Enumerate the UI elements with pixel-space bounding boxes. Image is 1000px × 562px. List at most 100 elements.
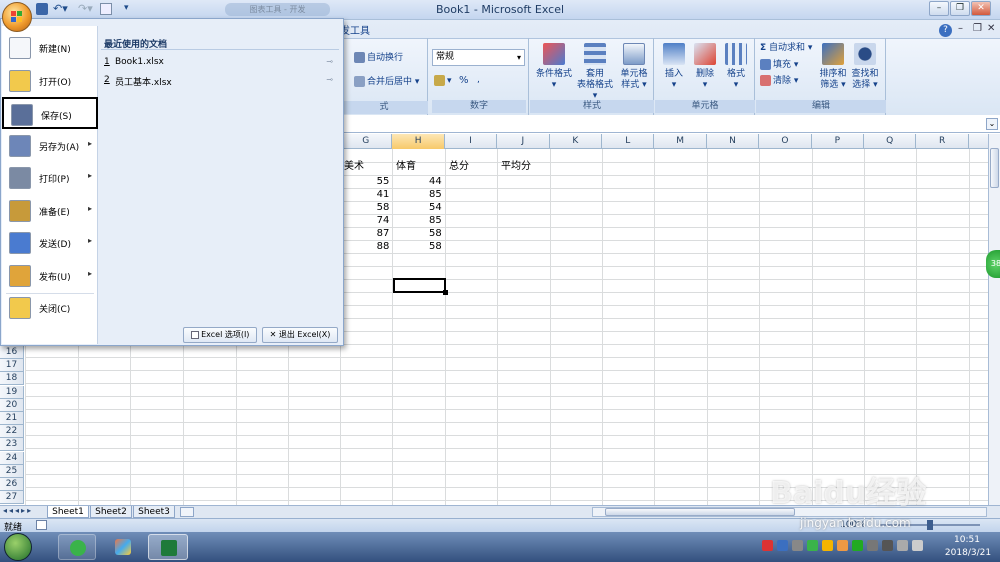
row-header-16[interactable]: 16 <box>0 346 24 359</box>
row-header-17[interactable]: 17 <box>0 359 24 373</box>
cell-h1[interactable]: 体育 <box>396 161 416 173</box>
sort-filter-button[interactable]: 排序和 筛选 ▾ <box>818 43 848 91</box>
cell-value[interactable]: 58 <box>392 241 442 253</box>
ribbon-minimize-icon[interactable]: – <box>958 23 963 34</box>
cell-value[interactable]: 85 <box>392 215 442 227</box>
cell-styles-button[interactable]: 单元格 样式 ▾ <box>616 43 652 91</box>
clock-time[interactable]: 10:51 <box>944 535 990 545</box>
row-header-23[interactable]: 23 <box>0 438 24 452</box>
exit-excel-button[interactable]: ✕ 退出 Excel(X) <box>262 327 338 343</box>
close-button[interactable]: ✕ <box>971 1 991 16</box>
currency-format-button[interactable]: ▾ <box>434 75 452 87</box>
cell-value[interactable]: 55 <box>340 176 390 188</box>
help-tray-icon[interactable] <box>777 540 788 551</box>
format-cells-button[interactable]: 格式 ▾ <box>721 43 751 91</box>
column-header-k[interactable]: K <box>550 134 602 149</box>
conditional-format-button[interactable]: 条件格式 ▾ <box>534 43 574 91</box>
wrap-text-button[interactable]: 自动换行 <box>354 52 403 64</box>
column-header-h[interactable]: H <box>392 134 445 149</box>
tab-developer[interactable]: 发工具 <box>340 22 370 37</box>
recent-doc-item[interactable]: 2 员工基本.xlsx ⊸ <box>101 73 339 89</box>
column-header-n[interactable]: N <box>707 134 760 149</box>
column-header-j[interactable]: J <box>497 134 550 149</box>
vertical-scroll-thumb[interactable] <box>990 148 999 188</box>
sheet-tab-1[interactable]: Sheet1 <box>47 506 89 518</box>
start-button[interactable] <box>4 533 32 561</box>
zoom-slider-thumb[interactable] <box>927 520 933 530</box>
insert-cells-button[interactable]: 插入 ▾ <box>659 43 689 91</box>
autosum-button[interactable]: Σ 自动求和 ▾ <box>760 43 812 54</box>
cell-value[interactable]: 58 <box>340 202 390 214</box>
merge-center-button[interactable]: 合并后居中 ▾ <box>354 76 419 88</box>
row-header-26[interactable]: 26 <box>0 478 24 491</box>
find-select-button[interactable]: 查找和 选择 ▾ <box>849 43 881 91</box>
macro-record-icon[interactable] <box>36 520 47 530</box>
taskbar-excel-icon[interactable] <box>148 534 188 560</box>
office-menu-item-7[interactable]: 发布(U) ▸ <box>2 260 98 294</box>
office-button[interactable] <box>2 2 32 32</box>
office-menu-item-8[interactable]: 关闭(C) <box>2 292 98 324</box>
cell-value[interactable]: 58 <box>392 228 442 240</box>
pin-icon[interactable]: ⊸ <box>326 75 333 84</box>
keyboard-tray-icon[interactable] <box>792 540 803 551</box>
row-header-27[interactable]: 27 <box>0 491 24 505</box>
security-tray-icon[interactable] <box>762 540 773 551</box>
office-menu-item-5[interactable]: 准备(E) ▸ <box>2 195 98 227</box>
row-header-21[interactable]: 21 <box>0 412 24 425</box>
row-header-19[interactable]: 19 <box>0 385 24 399</box>
row-header-24[interactable]: 24 <box>0 451 24 465</box>
percent-button[interactable]: % <box>459 75 469 86</box>
side-float-badge[interactable]: 38 <box>986 250 1000 278</box>
column-header-i[interactable]: I <box>445 134 498 149</box>
row-header-22[interactable]: 22 <box>0 425 24 439</box>
warning-tray-icon[interactable] <box>822 540 833 551</box>
fill-button[interactable]: 填充 ▾ <box>760 59 798 71</box>
network-tray-icon[interactable] <box>912 540 923 551</box>
cell-value[interactable]: 74 <box>340 215 390 227</box>
clear-button[interactable]: 清除 ▾ <box>760 75 798 87</box>
insert-sheet-icon[interactable] <box>180 507 194 517</box>
cell-value[interactable]: 41 <box>340 189 390 201</box>
pin-icon[interactable]: ⊸ <box>326 57 333 66</box>
cell-i1[interactable]: 总分 <box>449 161 469 173</box>
column-header-g[interactable]: G <box>340 134 393 149</box>
cell-j1[interactable]: 平均分 <box>501 161 531 173</box>
format-as-table-button[interactable]: 套用 表格格式 ▾ <box>574 43 616 102</box>
help-icon[interactable]: ? <box>939 24 952 37</box>
column-header-p[interactable]: P <box>812 134 864 149</box>
restore-button[interactable]: ❐ <box>950 1 970 16</box>
office-menu-item-2[interactable]: 保存(S) <box>2 97 98 129</box>
office-menu-item-6[interactable]: 发送(D) ▸ <box>2 227 98 259</box>
sheet-tab-3[interactable]: Sheet3 <box>133 506 175 518</box>
column-header-o[interactable]: O <box>759 134 812 149</box>
signal-tray-icon[interactable] <box>882 540 893 551</box>
minimize-button[interactable]: – <box>929 1 949 16</box>
taskbar-ie-icon[interactable] <box>58 534 96 560</box>
comma-style-button[interactable]: , <box>477 75 480 86</box>
row-header-18[interactable]: 18 <box>0 372 24 386</box>
cell-value[interactable]: 85 <box>392 189 442 201</box>
delete-cells-button[interactable]: 删除 ▾ <box>690 43 720 91</box>
number-format-select[interactable]: 常规 ▾ <box>432 49 525 66</box>
update-tray-icon[interactable] <box>852 540 863 551</box>
taskbar-paint-icon[interactable] <box>104 534 142 560</box>
formula-expand-icon[interactable]: ⌄ <box>986 118 998 130</box>
column-header-r[interactable]: R <box>916 134 969 149</box>
volume-tray-icon[interactable] <box>897 540 908 551</box>
column-header-m[interactable]: M <box>654 134 707 149</box>
cell-value[interactable]: 88 <box>340 241 390 253</box>
recent-doc-item[interactable]: 1 Book1.xlsx ⊸ <box>101 55 339 71</box>
office-menu-item-4[interactable]: 打印(P) ▸ <box>2 162 98 194</box>
row-header-20[interactable]: 20 <box>0 398 24 412</box>
column-header-l[interactable]: L <box>602 134 655 149</box>
active-cell[interactable] <box>393 278 448 295</box>
cell-value[interactable]: 87 <box>340 228 390 240</box>
ribbon-close-icon[interactable]: ✕ <box>987 23 995 34</box>
column-header-q[interactable]: Q <box>864 134 917 149</box>
app-tray-icon[interactable] <box>837 540 848 551</box>
vertical-scrollbar[interactable] <box>988 134 1000 505</box>
excel-options-button[interactable]: Excel 选项(I) <box>183 327 257 343</box>
clock-date[interactable]: 2018/3/21 <box>940 548 996 558</box>
row-header-25[interactable]: 25 <box>0 464 24 478</box>
cell-value[interactable]: 44 <box>392 176 442 188</box>
